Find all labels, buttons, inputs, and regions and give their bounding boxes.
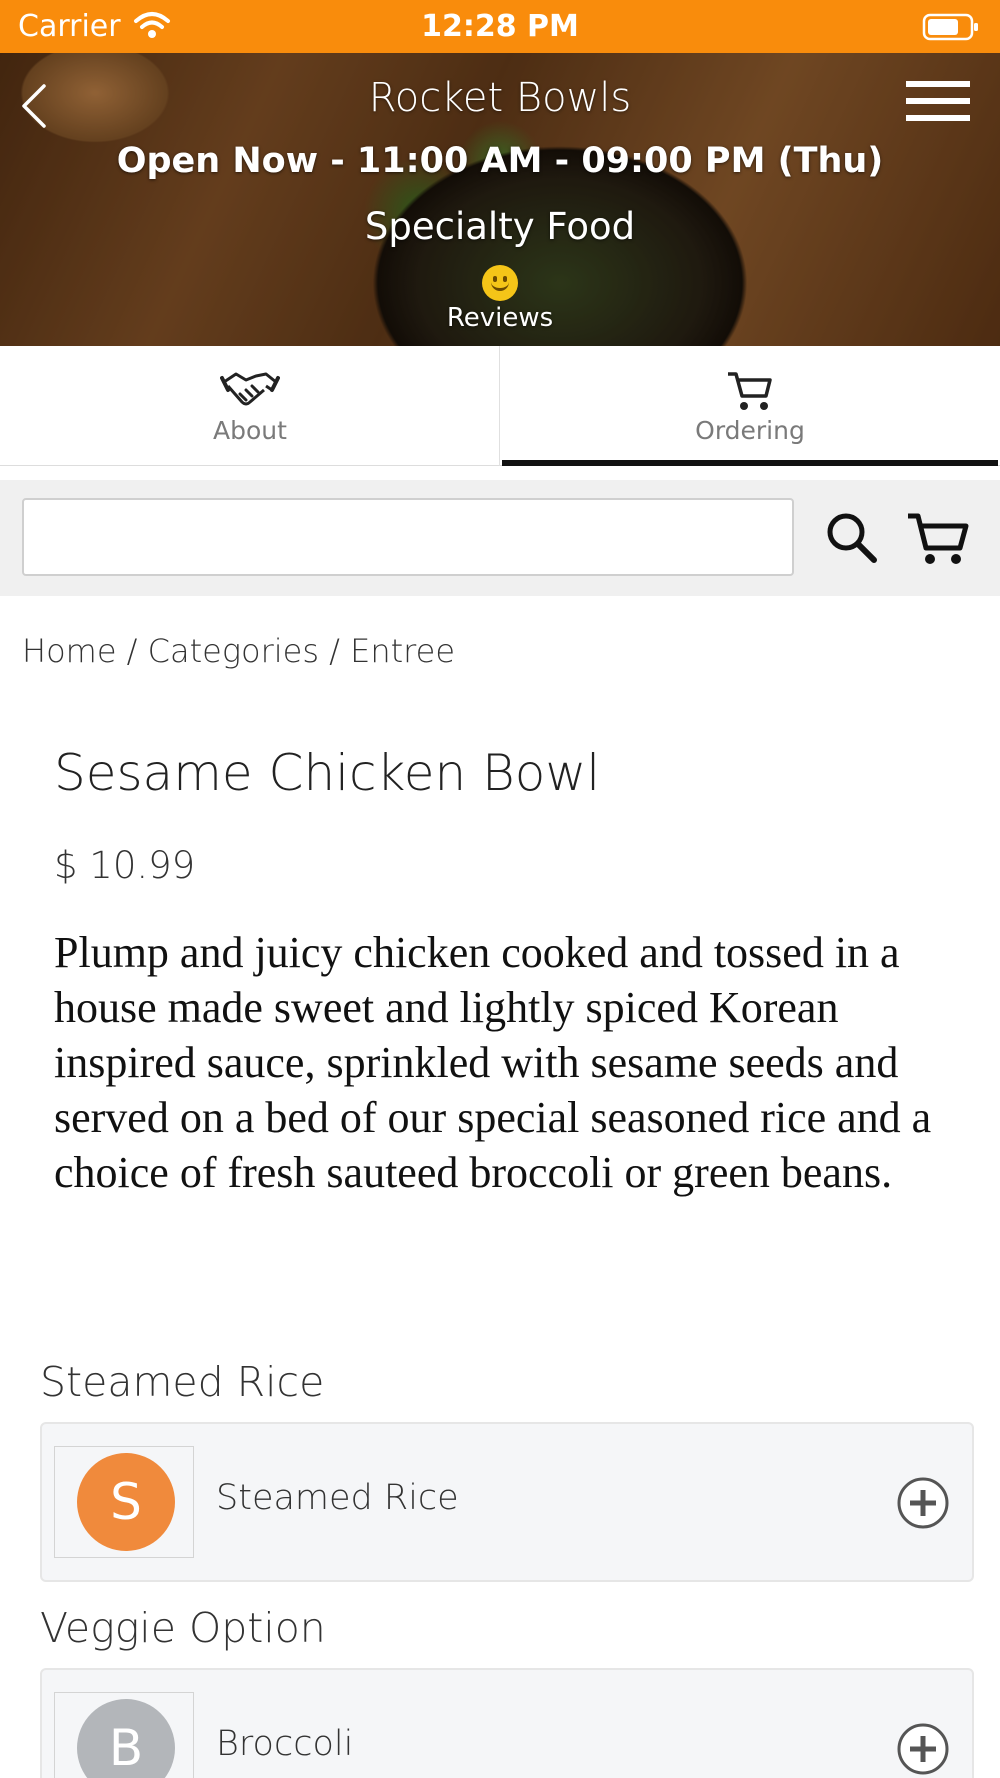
breadcrumb-separator: /	[126, 632, 148, 670]
product-description: Plump and juicy chicken cooked and tosse…	[54, 928, 932, 1197]
hamburger-menu-icon[interactable]	[906, 79, 970, 128]
tab-ordering[interactable]: Ordering	[500, 346, 1000, 466]
tab-about-label: About	[213, 416, 287, 445]
breadcrumb-home[interactable]: Home	[22, 632, 117, 670]
tab-about[interactable]: About	[0, 346, 500, 466]
battery-icon	[922, 12, 980, 47]
restaurant-header: Rocket Bowls Open Now - 11:00 AM - 09:00…	[0, 53, 1000, 346]
product-title: Sesame Chicken Bowl	[54, 744, 601, 802]
status-bar: Carrier 12:28 PM	[0, 0, 1000, 53]
option-item-broccoli[interactable]: B Broccoli	[40, 1668, 974, 1778]
option-thumbnail: B	[54, 1692, 194, 1778]
option-item-steamed-rice[interactable]: S Steamed Rice	[40, 1422, 974, 1582]
option-name: Steamed Rice	[216, 1478, 459, 1518]
option-avatar: B	[77, 1699, 175, 1778]
breadcrumb-current: Entree	[350, 632, 455, 670]
restaurant-category: Specialty Food	[364, 205, 636, 248]
search-icon[interactable]	[824, 510, 880, 571]
search-bar	[0, 480, 1000, 596]
option-group-heading: Veggie Option	[40, 1604, 326, 1652]
restaurant-name: Rocket Bowls	[368, 75, 632, 121]
tab-ordering-label: Ordering	[695, 416, 805, 445]
search-input[interactable]	[22, 498, 794, 576]
option-group-heading: Steamed Rice	[40, 1358, 325, 1406]
status-time: 12:28 PM	[421, 9, 579, 44]
smiley-icon[interactable]	[482, 265, 518, 301]
option-name: Broccoli	[216, 1724, 354, 1764]
cart-icon	[720, 368, 780, 419]
option-avatar: S	[77, 1453, 175, 1551]
opening-hours: Open Now - 11:00 AM - 09:00 PM (Thu)	[116, 141, 884, 181]
option-thumbnail: S	[54, 1446, 194, 1558]
breadcrumb: Home / Categories / Entree	[22, 632, 455, 670]
handshake-icon	[220, 368, 280, 419]
product-price: $ 10.99	[54, 844, 196, 887]
add-circle-icon[interactable]	[896, 1722, 950, 1778]
tab-bar: About Ordering	[0, 346, 1000, 466]
add-circle-icon[interactable]	[896, 1476, 950, 1535]
breadcrumb-separator: /	[329, 632, 351, 670]
breadcrumb-categories[interactable]: Categories	[148, 632, 319, 670]
shopping-cart-icon[interactable]	[906, 510, 970, 571]
reviews-link[interactable]: Reviews	[0, 303, 1000, 333]
